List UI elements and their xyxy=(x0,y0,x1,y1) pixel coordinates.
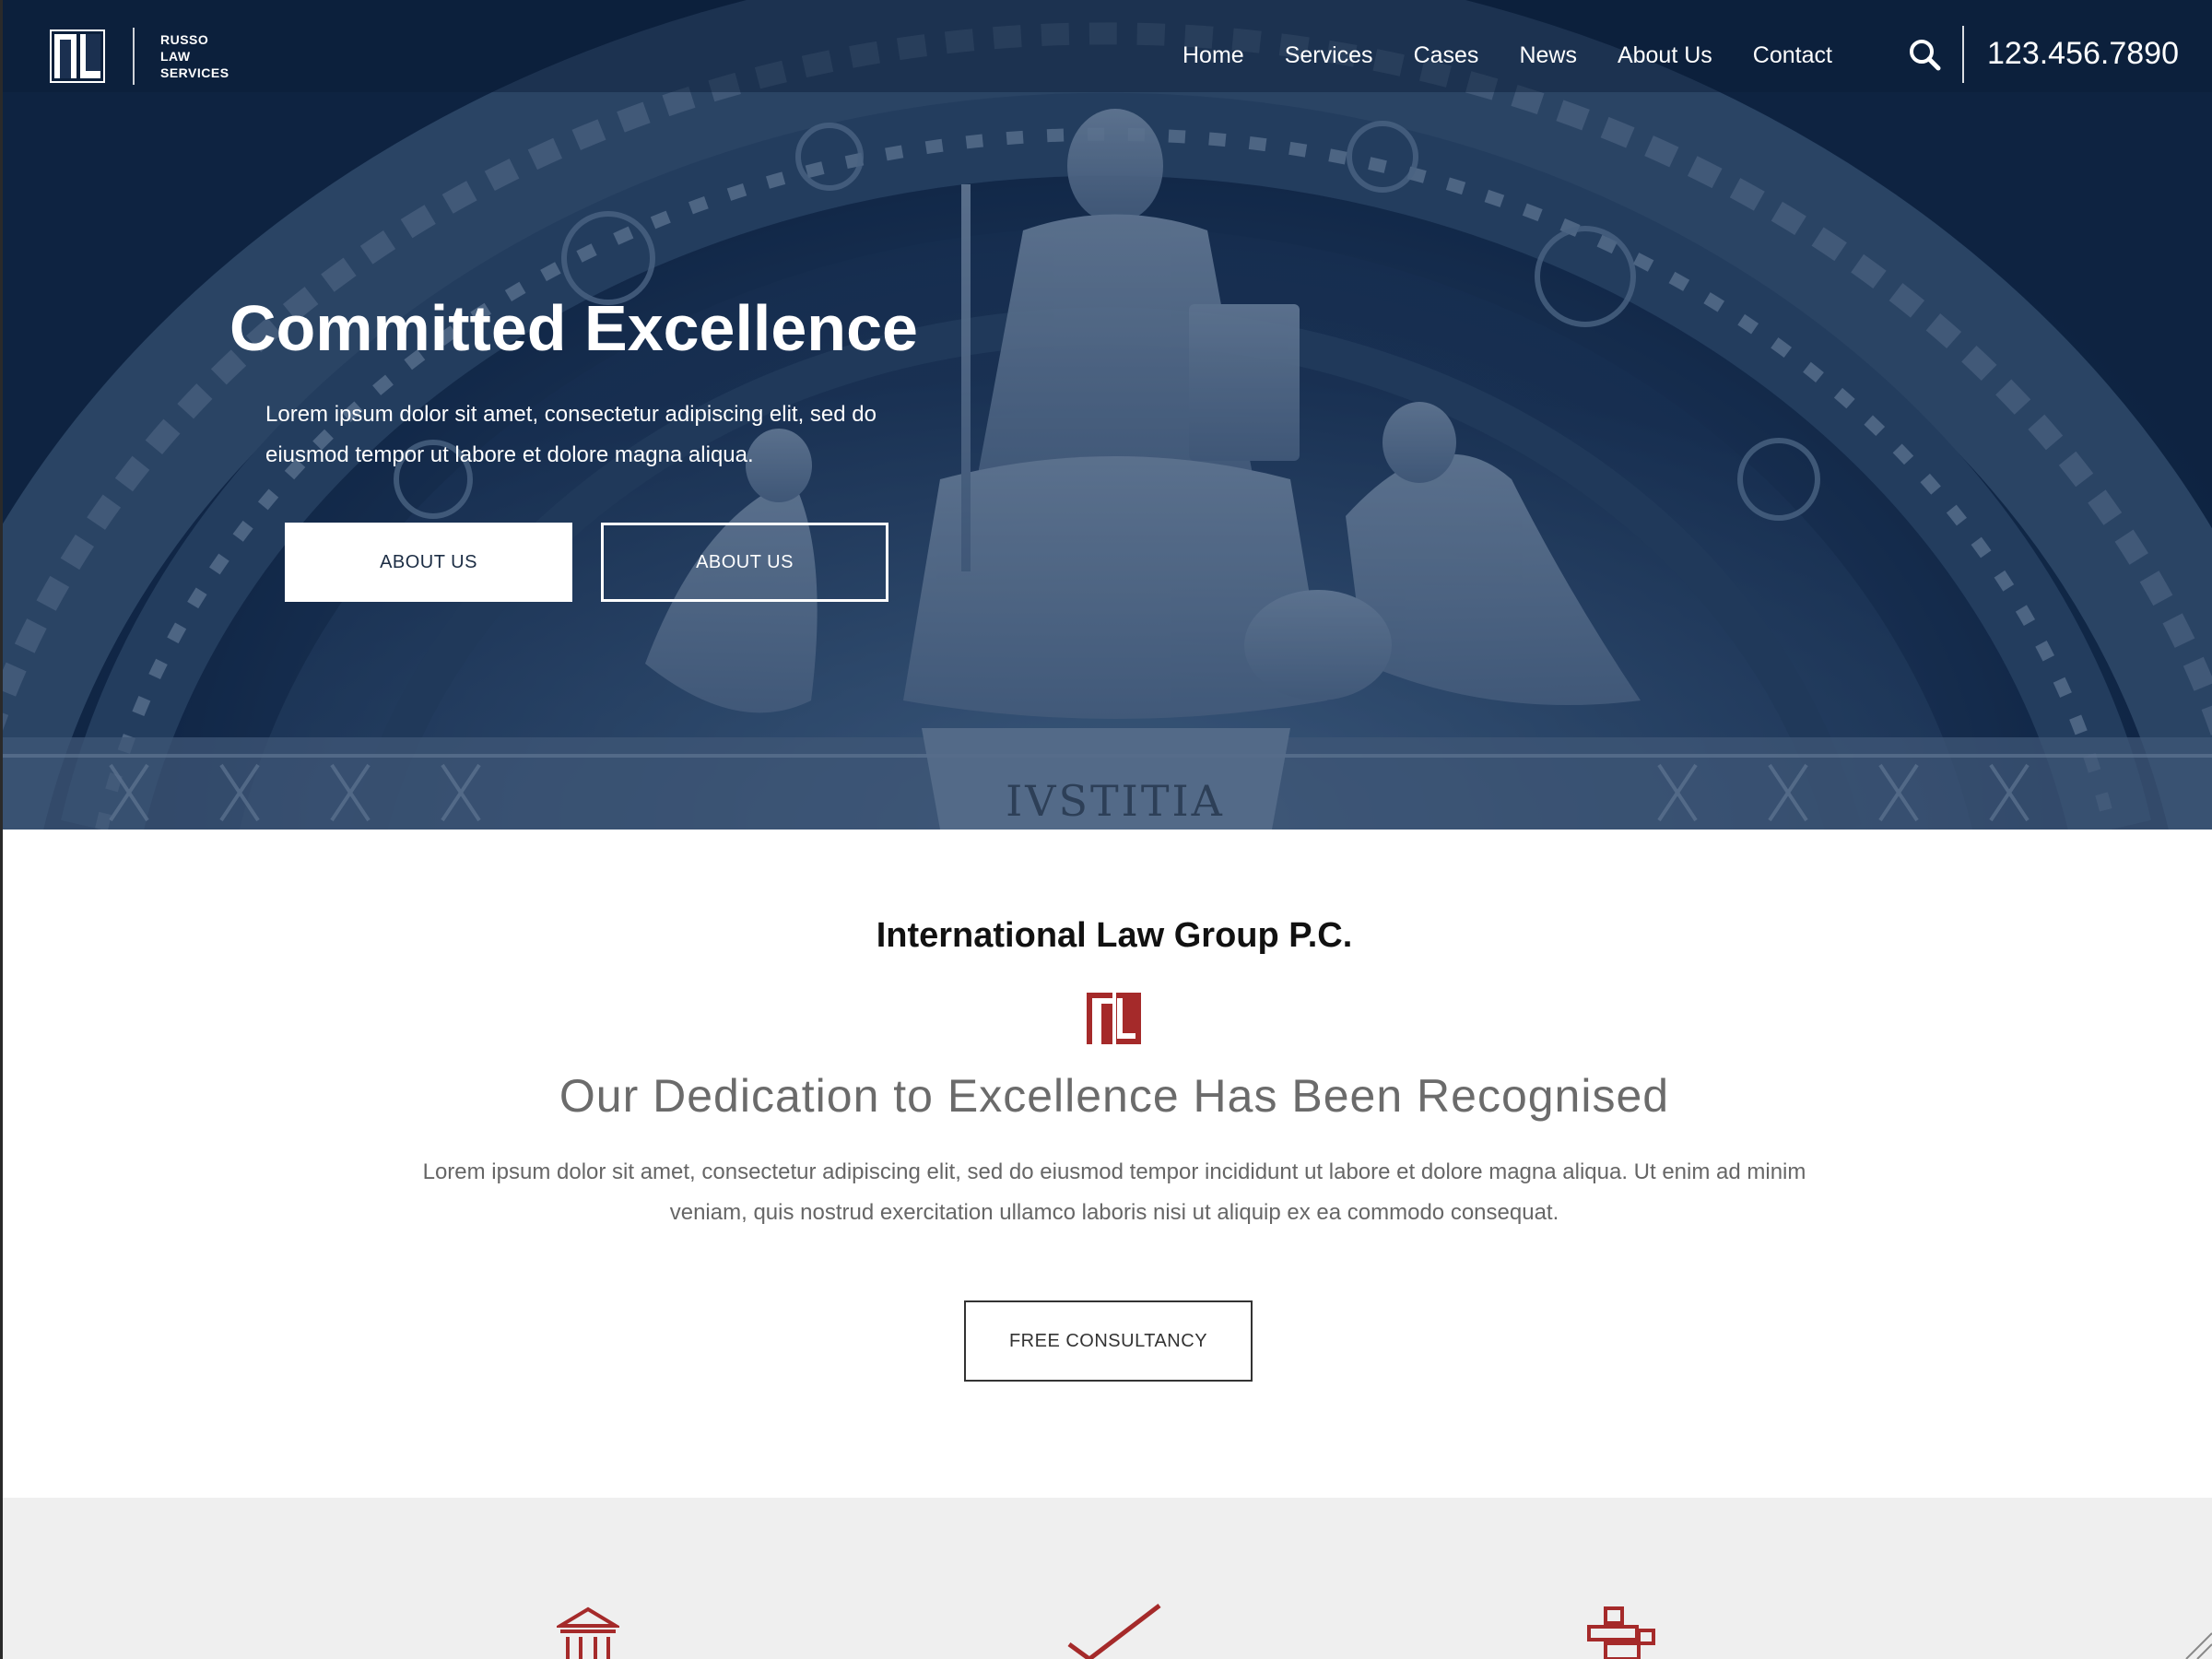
nav-contact[interactable]: Contact xyxy=(1753,41,1832,70)
rl-logo-red-icon xyxy=(1087,993,1141,1044)
logo-divider xyxy=(133,28,135,85)
intro-description: Lorem ipsum dolor sit amet, consectetur … xyxy=(422,1159,1806,1225)
signpost-icon xyxy=(1587,1606,1655,1659)
features-section xyxy=(0,1498,2212,1659)
resize-grip-icon[interactable] xyxy=(2177,1624,2212,1659)
logo-wordmark: RUSSO LAW SERVICES xyxy=(160,32,229,80)
phone-number[interactable]: 123.456.7890 xyxy=(1987,35,2179,72)
nav-about-us[interactable]: About Us xyxy=(1618,41,1712,70)
header-divider xyxy=(1962,26,1964,83)
search-icon[interactable] xyxy=(1907,37,1942,72)
firm-name-title: International Law Group P.C. xyxy=(876,916,1353,955)
free-consultancy-button[interactable]: FREE CONSULTANCY xyxy=(964,1300,1253,1382)
hero-inscription: IVSTITIA xyxy=(1006,776,1225,826)
hero-description: Lorem ipsum dolor sit amet, consectetur … xyxy=(265,402,877,467)
nav-home[interactable]: Home xyxy=(1182,41,1244,70)
site-logo[interactable]: RUSSO LAW SERVICES xyxy=(50,28,229,85)
rl-logo-icon xyxy=(50,29,105,83)
nav-services[interactable]: Services xyxy=(1285,41,1373,70)
hero-title: Committed Excellence xyxy=(229,292,918,364)
main-nav: Home Services Cases News About Us Contac… xyxy=(1182,41,1873,70)
top-navigation-bar: RUSSO LAW SERVICES Home Services Cases N… xyxy=(0,0,2212,92)
nav-news[interactable]: News xyxy=(1519,41,1577,70)
checkmark-icon xyxy=(1067,1604,1161,1659)
nav-cases[interactable]: Cases xyxy=(1414,41,1479,70)
about-us-outline-button[interactable]: ABOUT US xyxy=(601,523,888,602)
about-us-button[interactable]: ABOUT US xyxy=(285,523,572,602)
hero-section: IVSTITIA RUSSO LAW SERVICES Home Service… xyxy=(0,0,2212,830)
intro-heading: Our Dedication to Excellence Has Been Re… xyxy=(559,1070,1670,1122)
courthouse-icon xyxy=(557,1606,619,1659)
window-left-edge xyxy=(0,0,3,1659)
